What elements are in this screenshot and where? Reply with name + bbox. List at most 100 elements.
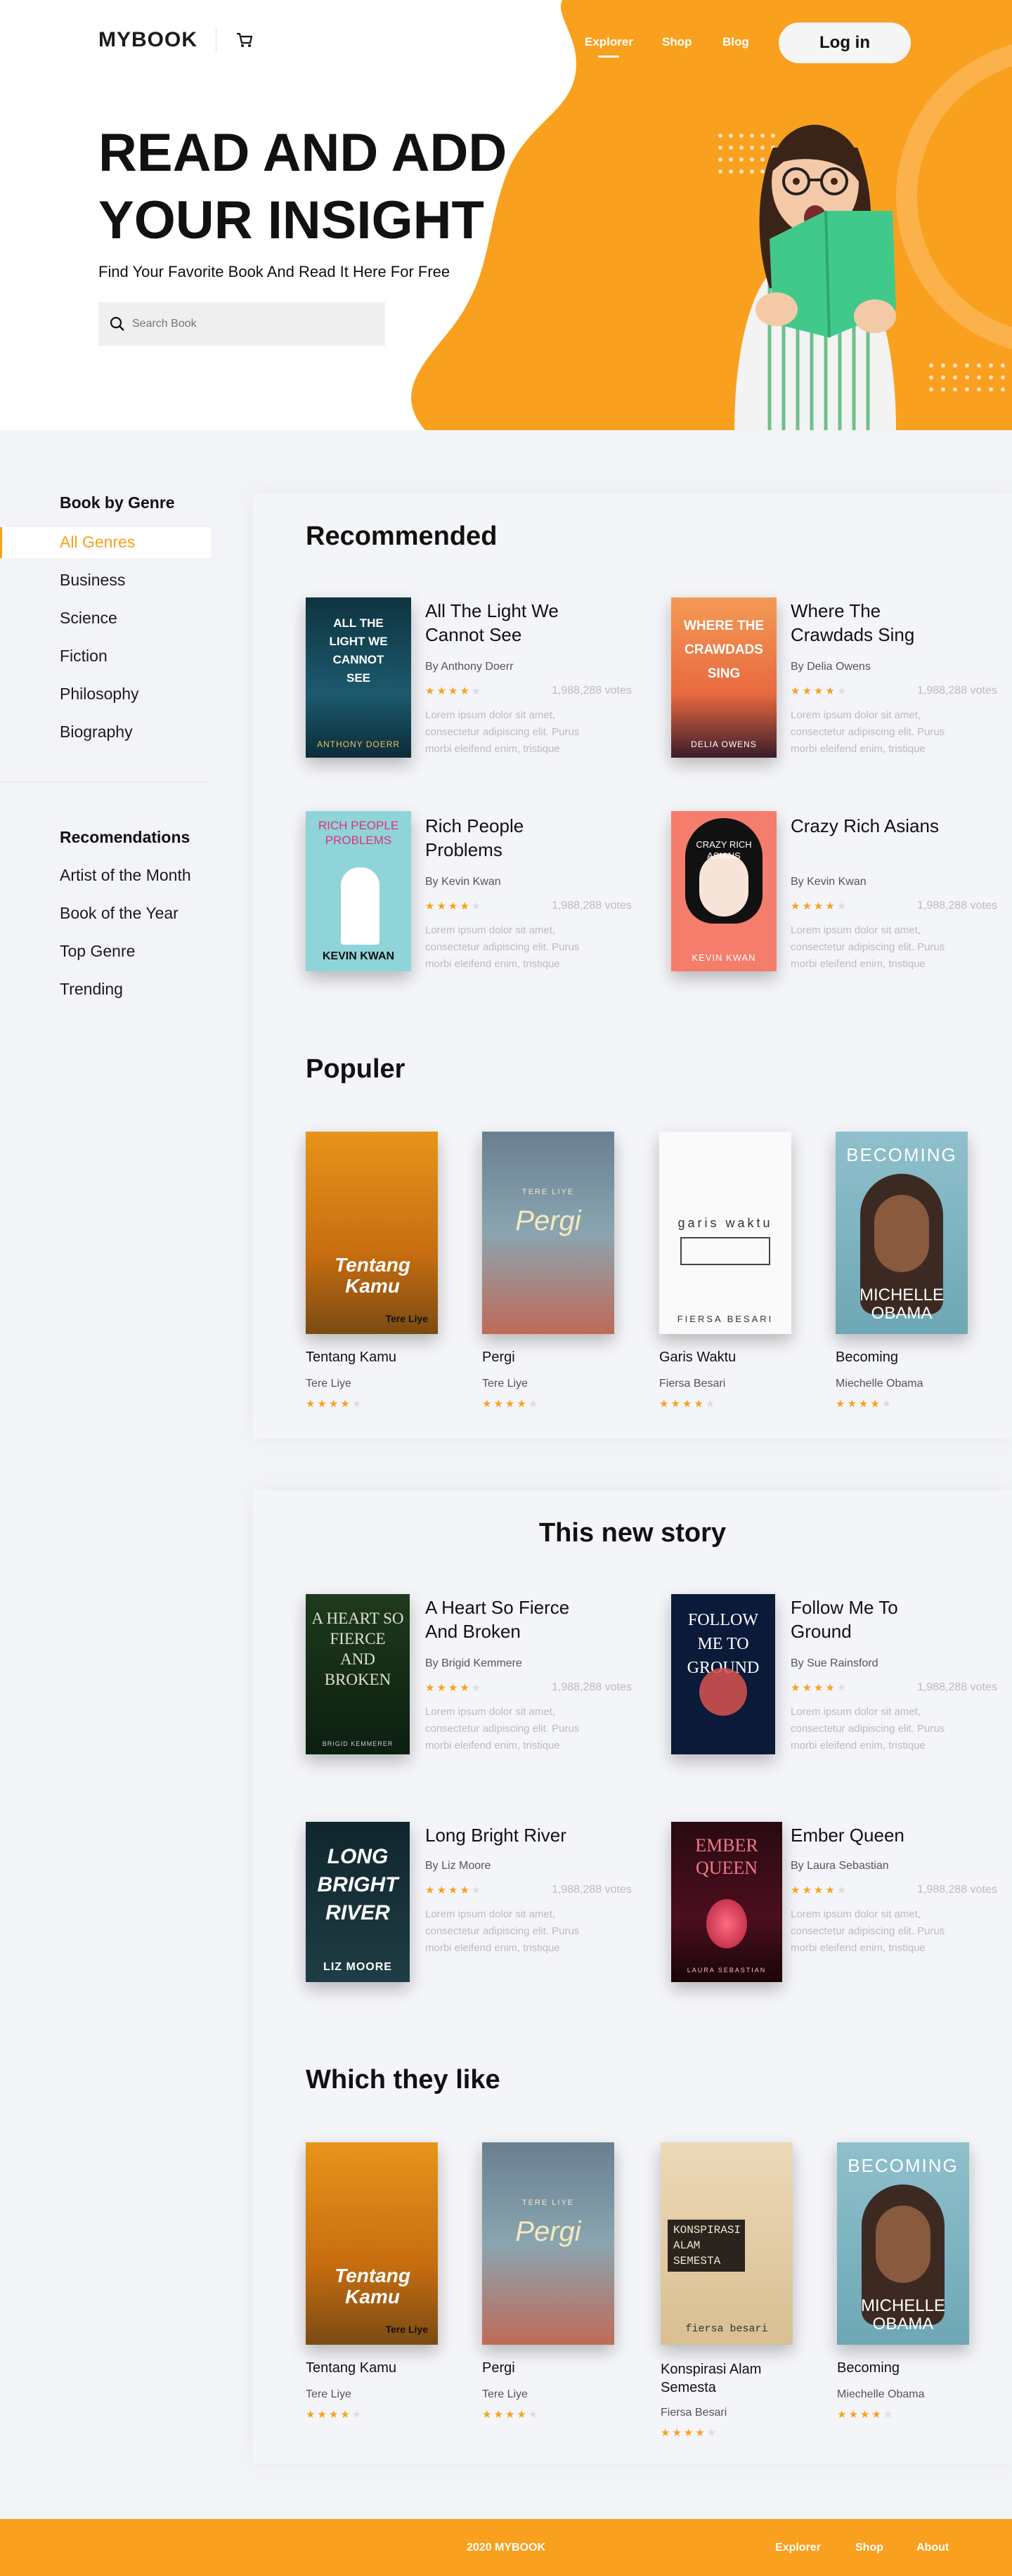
cover-author: DELIA OWENS — [691, 739, 757, 749]
login-button[interactable]: Log in — [779, 22, 911, 63]
sidebar-item-trending[interactable]: Trending — [60, 980, 123, 999]
logo[interactable]: MYBOOK — [98, 28, 197, 52]
they-like-title: Which they like — [306, 2065, 500, 2095]
search-box[interactable] — [98, 302, 385, 346]
cover-author: BRIGID KEMMERER — [322, 1740, 394, 1747]
cover-figure — [680, 1237, 770, 1265]
book-votes: 1,988,288 votes — [917, 900, 997, 912]
cover-title: LONG BRIGHT RIVER — [317, 1845, 398, 1924]
book-title[interactable]: Crazy Rich Asians — [791, 814, 952, 838]
footer-copyright: 2020 MYBOOK — [467, 2542, 546, 2554]
sidebar-item-biography[interactable]: Biography — [60, 723, 133, 742]
footer-link-about[interactable]: About — [916, 2542, 949, 2554]
book-title[interactable]: A Heart So Fierce And Broken — [425, 1596, 587, 1643]
book-title[interactable]: All The Light We Cannot See — [425, 599, 587, 647]
cover-flower — [699, 1668, 747, 1716]
cover-title: RICH PEOPLE PROBLEMS — [318, 819, 399, 847]
rating-stars: ★★★★★ — [306, 2409, 364, 2421]
book-cover[interactable]: Tentang Kamu Tere Liye — [306, 1132, 438, 1334]
sidebar-item-top-genre[interactable]: Top Genre — [60, 942, 135, 961]
book-cover[interactable]: Tentang Kamu Tere Liye — [306, 2142, 438, 2345]
rating-stars: ★★★★★ — [425, 685, 484, 697]
book-cover[interactable]: TERE LIYE Pergi — [482, 1132, 614, 1334]
nav-explorer[interactable]: Explorer — [585, 35, 633, 49]
book-cover[interactable]: garis waktu FIERSA BESARI — [659, 1132, 791, 1334]
cart-icon[interactable] — [235, 30, 254, 50]
recommended-title: Recommended — [306, 522, 498, 551]
book-author: By Delia Owens — [791, 661, 871, 673]
book-votes: 1,988,288 votes — [917, 1681, 997, 1693]
book-description: Lorem ipsum dolor sit amet, consectetur … — [791, 1706, 945, 1752]
book-author: By Laura Sebastian — [791, 1860, 889, 1872]
book-description: Lorem ipsum dolor sit amet, consectetur … — [425, 924, 580, 970]
sidebar-genre-heading: Book by Genre — [60, 493, 175, 512]
book-title[interactable]: Konspirasi Alam Semesta — [661, 2360, 793, 2397]
cover-author: MICHELLE OBAMA — [859, 1286, 945, 1323]
book-description: Lorem ipsum dolor sit amet, consectetur … — [425, 709, 580, 755]
book-title[interactable]: Tentang Kamu — [306, 2360, 396, 2376]
cover-author: KEVIN KWAN — [692, 952, 756, 963]
book-title[interactable]: Ember Queen — [791, 1823, 952, 1847]
book-cover[interactable]: TERE LIYE Pergi — [482, 2142, 614, 2345]
populer-title: Populer — [306, 1054, 406, 1084]
book-author: By Brigid Kemmere — [425, 1657, 522, 1669]
book-votes: 1,988,288 votes — [917, 685, 997, 697]
book-title[interactable]: Becoming — [837, 2360, 900, 2376]
cover-author: ANTHONY DOERR — [316, 739, 401, 749]
cover-title: WHERE THE CRAWDADS SING — [684, 619, 764, 681]
book-cover[interactable]: EMBER QUEEN LAURA SEBASTIAN — [671, 1822, 782, 1982]
sidebar-item-all-genres[interactable]: All Genres — [0, 527, 211, 558]
book-votes: 1,988,288 votes — [552, 900, 632, 912]
book-cover[interactable]: WHERE THE CRAWDADS SING DELIA OWENS — [671, 597, 777, 758]
book-title[interactable]: Rich People Problems — [425, 814, 587, 862]
sidebar-item-science[interactable]: Science — [60, 609, 117, 628]
rating-stars: ★★★★★ — [425, 900, 484, 912]
book-cover[interactable]: CRAZY RICH ASIANS KEVIN KWAN — [671, 811, 777, 971]
book-description: Lorem ipsum dolor sit amet, consectetur … — [425, 1908, 580, 1954]
book-author: By Kevin Kwan — [791, 876, 867, 888]
book-cover[interactable]: LONG BRIGHT RIVER LIZ MOORE — [306, 1822, 410, 1982]
footer-link-explorer[interactable]: Explorer — [775, 2542, 821, 2554]
book-title[interactable]: Where The Crawdads Sing — [791, 599, 952, 647]
hero-title-line2: YOUR INSIGHT — [98, 190, 484, 250]
book-author: Tere Liye — [306, 2388, 351, 2400]
book-cover[interactable]: BECOMING MICHELLE OBAMA — [837, 2142, 969, 2345]
cover-author: KEVIN KWAN — [322, 950, 395, 962]
book-title[interactable]: Tentang Kamu — [306, 1350, 396, 1366]
nav-blog[interactable]: Blog — [722, 35, 749, 49]
sidebar-item-business[interactable]: Business — [60, 571, 125, 590]
book-title[interactable]: Garis Waktu — [659, 1350, 736, 1366]
sidebar-item-artist-of-month[interactable]: Artist of the Month — [60, 866, 191, 885]
book-title[interactable]: Follow Me To Ground — [791, 1596, 952, 1643]
logo-group: MYBOOK — [98, 28, 254, 52]
rating-stars: ★★★★★ — [659, 1398, 718, 1410]
book-author: Miechelle Obama — [836, 1378, 923, 1390]
book-cover[interactable]: A HEART SO FIERCE AND BROKEN BRIGID KEMM… — [306, 1594, 410, 1754]
cover-author: LAURA SEBASTIAN — [687, 1967, 767, 1974]
sidebar-item-book-of-year[interactable]: Book of the Year — [60, 904, 179, 923]
book-cover[interactable]: BECOMING MICHELLE OBAMA — [836, 1132, 968, 1334]
hero-title: READ AND ADD YOUR INSIGHT — [98, 119, 534, 254]
book-title[interactable]: Pergi — [482, 1350, 515, 1366]
footer-link-shop[interactable]: Shop — [855, 2542, 883, 2554]
hero-title-line1: READ AND ADD — [98, 123, 507, 183]
search-input[interactable] — [132, 318, 371, 330]
book-title[interactable]: Pergi — [482, 2360, 515, 2376]
sidebar-item-philosophy[interactable]: Philosophy — [60, 685, 139, 704]
nav-shop[interactable]: Shop — [662, 35, 692, 49]
book-cover[interactable]: RICH PEOPLE PROBLEMS KEVIN KWAN — [306, 811, 411, 971]
sidebar-item-fiction[interactable]: Fiction — [60, 647, 108, 666]
footer: 2020 MYBOOK Explorer Shop About — [0, 2519, 1012, 2576]
book-cover[interactable]: FOLLOW ME TO GROUND — [671, 1594, 775, 1754]
rating-stars: ★★★★★ — [661, 2427, 719, 2439]
book-votes: 1,988,288 votes — [552, 685, 632, 697]
book-cover[interactable]: KONSPIRASI ALAM SEMESTA fiersa besari — [661, 2142, 793, 2345]
cover-title: Pergi — [515, 1205, 581, 1236]
book-title[interactable]: Becoming — [836, 1350, 898, 1366]
book-votes: 1,988,288 votes — [552, 1681, 632, 1693]
book-description: Lorem ipsum dolor sit amet, consectetur … — [791, 924, 945, 970]
book-author: Tere Liye — [306, 1378, 351, 1390]
book-title[interactable]: Long Bright River — [425, 1823, 587, 1847]
book-cover[interactable]: ALL THE LIGHT WE CANNOT SEE ANTHONY DOER… — [306, 597, 411, 758]
new-story-title: This new story — [538, 1518, 727, 1548]
